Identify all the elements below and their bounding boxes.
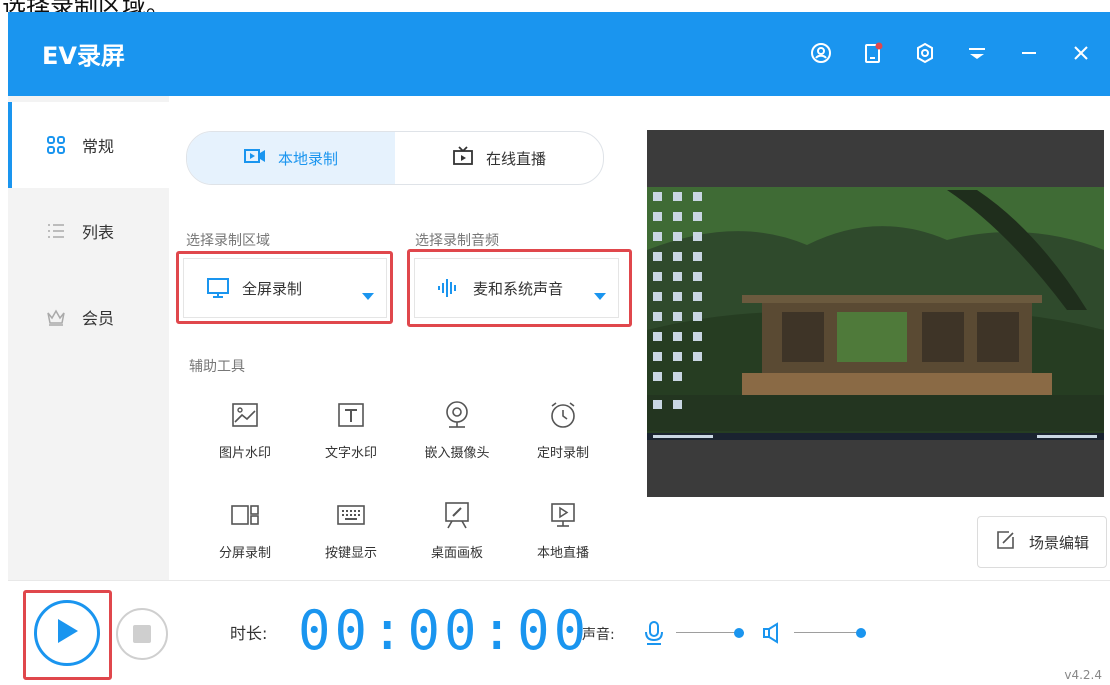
edit-icon [995,530,1015,554]
sidebar-item-label: 列表 [82,223,115,242]
highlight-box-audio [407,249,632,327]
monitor-play-icon [546,498,580,532]
user-icon[interactable] [806,38,836,68]
sidebar-item-label: 常规 [82,137,115,156]
tool-label: 分屏录制 [218,546,271,561]
grid-icon [46,135,66,155]
list-icon [46,221,66,241]
sidebar-item-general[interactable]: 常规 [8,102,169,188]
tool-local-live[interactable]: 本地直播 [515,498,611,578]
tab-label: 本地录制 [277,149,338,168]
tool-label: 定时录制 [536,446,589,461]
menu-icon[interactable] [962,38,992,68]
title-bar: EV录屏 [8,12,1110,96]
sidebar-item-label: 会员 [82,309,115,328]
top-caption: 选择录制区域。 [0,0,1110,12]
tool-label: 本地直播 [536,546,589,561]
text-icon [334,398,368,432]
tool-label: 按键显示 [324,546,377,561]
tool-label: 图片水印 [218,446,271,461]
phone-notify-icon[interactable] [858,38,888,68]
tool-webcam[interactable]: 嵌入摄像头 [409,398,505,478]
version-label: v4.2.4 [1064,668,1102,682]
duration-timer: 00:00:00 [298,599,591,662]
slider-knob[interactable] [734,628,744,638]
crown-icon [46,307,66,327]
desktop-thumbnail [647,130,1104,497]
tab-online-live[interactable]: 在线直播 [395,132,603,184]
tool-label: 桌面画板 [430,546,483,561]
stop-icon [133,625,151,643]
microphone-icon[interactable] [644,620,664,650]
stop-button[interactable] [116,608,168,660]
tool-label: 文字水印 [324,446,377,461]
scene-edit-label: 场景编辑 [1028,533,1089,552]
highlight-box-area [176,251,393,324]
sidebar-item-list[interactable]: 列表 [8,188,169,274]
tab-label: 在线直播 [485,149,546,168]
tv-icon [452,146,474,170]
record-audio-label: 选择录制音频 [415,233,499,249]
tool-image-watermark[interactable]: 图片水印 [197,398,293,478]
record-icon [243,147,266,169]
speaker-icon[interactable] [762,622,782,648]
tool-label: 嵌入摄像头 [424,446,490,461]
minimize-icon[interactable] [1014,38,1044,68]
tool-split-screen[interactable]: 分屏录制 [197,498,293,578]
duration-label: 时长: [230,624,268,643]
sidebar-item-member[interactable]: 会员 [8,274,169,360]
screen-preview [647,130,1104,497]
tool-whiteboard[interactable]: 桌面画板 [409,498,505,578]
volume-label: 声音: [582,627,615,643]
tab-local-record[interactable]: 本地录制 [187,132,395,184]
record-area-label: 选择录制区域 [186,233,270,249]
tools-label: 辅助工具 [189,359,245,375]
app-title: EV录屏 [42,42,125,70]
slider-knob[interactable] [856,628,866,638]
whiteboard-icon [440,498,474,532]
alarm-icon [546,398,580,432]
tool-text-watermark[interactable]: 文字水印 [303,398,399,478]
settings-icon[interactable] [910,38,940,68]
highlight-box-play [23,590,112,680]
tool-key-display[interactable]: 按键显示 [303,498,399,578]
mic-volume-slider[interactable] [676,626,744,640]
split-screen-icon [228,498,262,532]
close-icon[interactable] [1066,38,1096,68]
window-controls [806,38,1096,68]
tool-timed-record[interactable]: 定时录制 [515,398,611,478]
webcam-icon [440,398,474,432]
speaker-volume-slider[interactable] [794,626,866,640]
scene-edit-button[interactable]: 场景编辑 [977,516,1107,568]
keyboard-icon [334,498,368,532]
image-icon [228,398,262,432]
sidebar: 常规 列表 会员 [8,96,169,580]
mode-tabs: 本地录制 在线直播 [186,131,604,185]
